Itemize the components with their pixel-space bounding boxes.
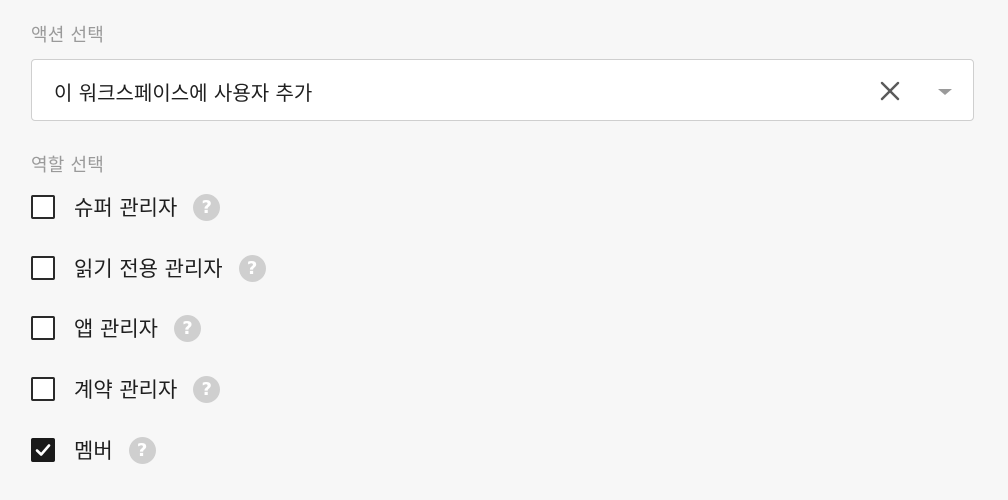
action-select[interactable]: 이 워크스페이스에 사용자 추가 [31, 59, 974, 121]
checkbox[interactable] [31, 256, 55, 280]
checkbox[interactable] [31, 316, 55, 340]
help-icon[interactable]: ? [193, 193, 221, 221]
role-option-member[interactable]: 멤버 ? [31, 434, 156, 466]
help-icon[interactable]: ? [173, 314, 201, 342]
role-option-super-admin[interactable]: 슈퍼 관리자 ? [31, 191, 221, 223]
checkbox[interactable] [31, 195, 55, 219]
role-option-label[interactable]: 계약 관리자 [74, 374, 177, 404]
role-option-label[interactable]: 앱 관리자 [74, 313, 158, 343]
checkbox-checked[interactable] [31, 438, 55, 462]
role-option-contract-admin[interactable]: 계약 관리자 ? [31, 373, 221, 405]
checkbox[interactable] [31, 377, 55, 401]
role-option-label[interactable]: 슈퍼 관리자 [74, 192, 177, 222]
action-select-label: 액션 선택 [31, 25, 104, 46]
help-icon[interactable]: ? [238, 254, 266, 282]
role-assignment-panel: 액션 선택 이 워크스페이스에 사용자 추가 역할 선택 슈퍼 관리자 ? 읽기… [0, 0, 1008, 500]
check-icon [35, 444, 51, 456]
role-select-label: 역할 선택 [31, 155, 104, 176]
help-icon[interactable]: ? [128, 436, 156, 464]
close-icon[interactable] [877, 78, 903, 104]
role-option-read-only-admin[interactable]: 읽기 전용 관리자 ? [31, 252, 266, 284]
role-option-label[interactable]: 읽기 전용 관리자 [74, 253, 223, 283]
caret-down-icon[interactable] [932, 78, 958, 104]
role-option-app-admin[interactable]: 앱 관리자 ? [31, 312, 201, 344]
help-icon[interactable]: ? [193, 375, 221, 403]
role-option-label[interactable]: 멤버 [74, 435, 113, 465]
action-select-value: 이 워크스페이스에 사용자 추가 [54, 81, 313, 105]
